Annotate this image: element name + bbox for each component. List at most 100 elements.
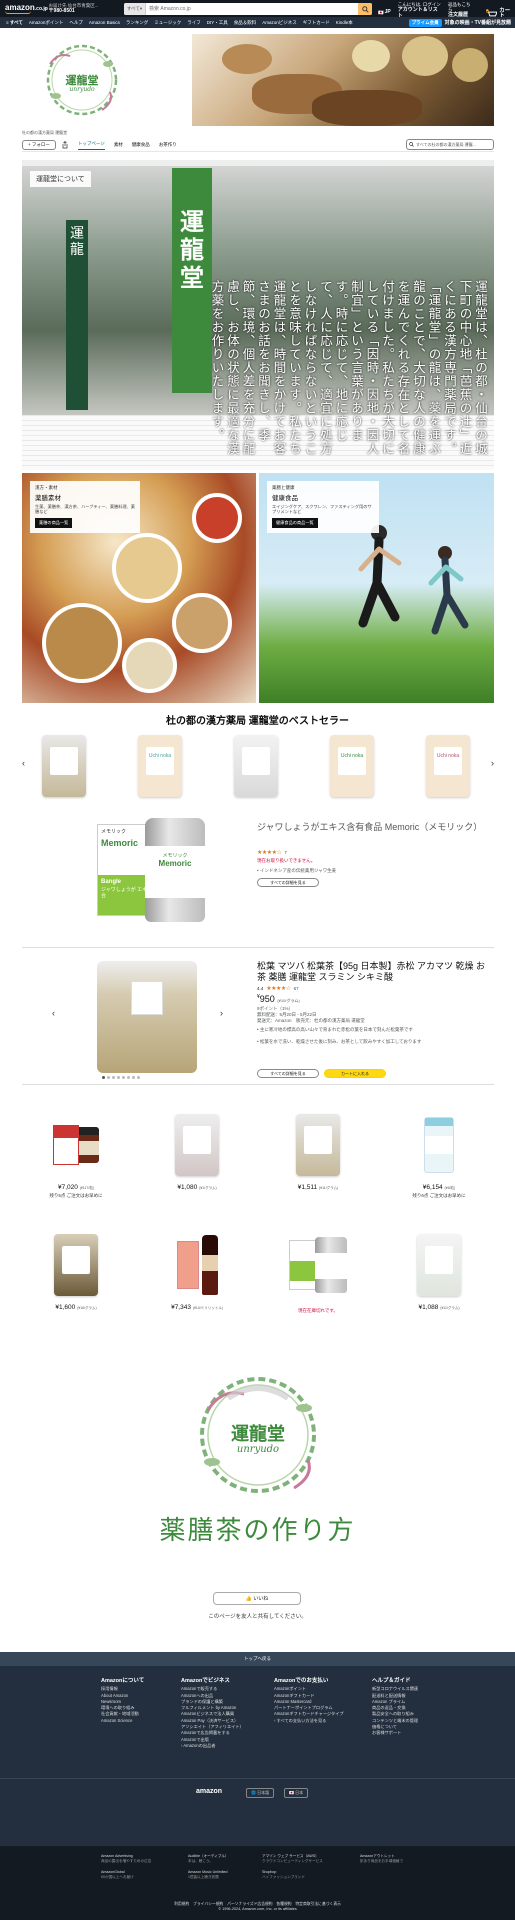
nav-item[interactable]: Amazonビジネス: [262, 20, 297, 26]
nav-item[interactable]: ギフトカード: [303, 20, 330, 26]
nav-item[interactable]: DIY・工具: [207, 20, 228, 26]
search-button[interactable]: [358, 3, 372, 15]
grid-product[interactable]: ¥1,511 (¥11/グラム): [264, 1108, 372, 1226]
product-image: [288, 1230, 348, 1300]
nav-item[interactable]: Kindle本: [336, 20, 353, 26]
footer-link[interactable]: › Amazonの出品者: [181, 1743, 261, 1749]
category-tile-herbal[interactable]: 漢方・素材 薬膳素材 生薬、薬膳茶、漢方茶、ハーブティー、薬膳料理、薬膳など 薬…: [22, 473, 256, 703]
carousel-next-icon[interactable]: ›: [491, 758, 494, 768]
store-logo[interactable]: 運龍堂 unryudo: [22, 34, 192, 126]
see-details-button[interactable]: すべての詳細を見る: [257, 878, 319, 887]
footer-link[interactable]: › すべての支払い方法を見る: [274, 1718, 354, 1724]
service-link[interactable]: Audible（オーディブル） 本は、聴こう。: [188, 1854, 258, 1863]
service-link[interactable]: アマゾン ウェブ サービス（AWS） クラウドコンピューティングサービス: [262, 1854, 332, 1863]
prime-promo[interactable]: プライム会員 対象の映画・TV番組が見放題: [408, 17, 515, 28]
search-category-select[interactable]: すべて ▾: [124, 3, 146, 15]
nav-item[interactable]: Amazonポイント: [29, 20, 64, 26]
product-price: ¥7,343 (¥10/ミリリットル): [171, 1304, 223, 1311]
pine-tea-product-image[interactable]: [97, 961, 197, 1073]
share-prompt[interactable]: このページを友人と共有してください。: [0, 1612, 515, 1620]
tab-top[interactable]: トップページ: [77, 139, 105, 150]
store-search-input[interactable]: すべての杜の都の漢方薬局 運龍...: [406, 139, 494, 150]
carousel-prev-icon[interactable]: ‹: [22, 758, 25, 768]
bestseller-item[interactable]: Uchi noka: [322, 730, 382, 802]
footer-link[interactable]: お客様サポート: [372, 1730, 452, 1736]
bestseller-item[interactable]: [226, 730, 286, 802]
category-tile-health[interactable]: 薬膳と健康 健康食品 エイジングケア、スクワレン、ファスティング用のサプリメント…: [259, 473, 494, 703]
footer-link[interactable]: Amazonギフトカードチャージタイプ: [274, 1711, 354, 1717]
tile-description: 生薬、薬膳茶、漢方茶、ハーブティー、薬膳料理、薬膳など: [35, 504, 135, 514]
amazon-logo[interactable]: amazon.co.jp: [0, 3, 48, 14]
deliver-line2: 〒980-8501: [48, 8, 75, 14]
copyright-text: © 1996-2024, Amazon.com, Inc. or its aff…: [218, 1907, 297, 1911]
product-price: ¥1,088 (¥11/グラム): [418, 1304, 460, 1311]
image-dots[interactable]: [102, 1076, 140, 1079]
bestseller-item[interactable]: Uchi noka: [130, 730, 190, 802]
flag-icon: 🇯🇵: [378, 9, 384, 15]
grid-product[interactable]: ¥1,600 (¥16/グラム): [22, 1228, 130, 1346]
nav-item[interactable]: ランキング: [126, 20, 148, 26]
product-price: ¥7,020 (¥117/粒): [57, 1184, 95, 1191]
bestseller-item[interactable]: Uchi noka: [418, 730, 478, 802]
grid-product[interactable]: ¥1,080 (¥1/グラム): [143, 1108, 251, 1226]
product-rating[interactable]: 4.4 ★★★★☆ 67: [257, 985, 299, 992]
product-bullet: • 松葉を水で洗い、乾燥させた後に刻み、お茶として飲みやすく加工しております: [257, 1039, 422, 1044]
service-link[interactable]: AmazonGlobal 65か国以上へお届け: [101, 1870, 171, 1879]
nav-item[interactable]: ミュージック: [154, 20, 181, 26]
tab-tea-making[interactable]: お茶作り: [159, 140, 177, 150]
herbal-list-button[interactable]: 薬膳の商品一覧: [35, 518, 73, 528]
stock-note: 残り6点 ご注文はお早めに: [412, 1193, 466, 1198]
search-input[interactable]: [146, 3, 358, 15]
grid-product[interactable]: ¥6,154 (¥6/粒) 残り6点 ご注文はお早めに: [385, 1108, 493, 1226]
service-link[interactable]: Amazon Music Unlimited 1億曲以上聴き放題: [188, 1870, 258, 1879]
storefront-side-sign: 運龍: [66, 220, 88, 410]
memoric-product-image[interactable]: メモリック Memoric Bangle ジャワしょうが エキス配合 メモリック…: [97, 818, 217, 922]
product-title[interactable]: 松葉 マツバ 松葉茶【95g 日本製】赤松 アカマツ 乾燥 お茶 薬膳 運龍堂 …: [257, 961, 487, 983]
nav-item[interactable]: Amazon Basics: [89, 20, 120, 25]
nav-item[interactable]: 食品＆飲料: [234, 20, 257, 26]
nav-item[interactable]: ヘルプ: [69, 20, 83, 26]
image-prev-icon[interactable]: ‹: [52, 1008, 55, 1018]
footer-link[interactable]: Amazon Science: [101, 1718, 181, 1724]
tile-card: 薬膳と健康 健康食品 エイジングケア、スクワレン、ファスティング用のサプリメント…: [267, 481, 379, 533]
bestsellers-carousel: ‹ Uchi noka Uchi noka Uchi noka ›: [22, 728, 494, 808]
product-bullet: • インドネシア産の伝統薬用ジャワ生姜: [257, 868, 337, 873]
nav-item[interactable]: ライフ: [187, 20, 201, 26]
back-to-top-button[interactable]: トップへ戻る: [0, 1652, 515, 1666]
footer-col-about: Amazonについて 採用情報 About Amazon Newsroom 環境…: [101, 1678, 181, 1724]
store-byline[interactable]: 杜の都の漢方薬局 運龍堂: [22, 130, 67, 136]
about-text: 運龍堂は、杜の都・仙台の城下町の中心地「芭蕉の辻」近くにある漢方専門薬局です。「…: [209, 280, 489, 456]
share-button[interactable]: [61, 140, 69, 150]
bestseller-item[interactable]: [34, 730, 94, 802]
image-next-icon[interactable]: ›: [220, 1008, 223, 1018]
service-link[interactable]: Shopbop ハイファッションブランド: [262, 1870, 332, 1879]
footer: Amazonについて 採用情報 About Amazon Newsroom 環境…: [0, 1666, 515, 1846]
grid-product[interactable]: ¥7,343 (¥10/ミリリットル): [143, 1228, 251, 1346]
tab-health-foods[interactable]: 健康食品: [132, 140, 150, 150]
tab-materials[interactable]: 素材: [114, 140, 123, 150]
service-link[interactable]: Amazon Advertising 商品の露出を増やすための広告: [101, 1854, 171, 1863]
see-details-button[interactable]: すべての詳細を見る: [257, 1069, 319, 1078]
service-link[interactable]: Amazonアウトレット 訳あり商品をお手頃価格で: [360, 1854, 430, 1863]
product-image: [46, 1110, 106, 1180]
footer-services: Amazon Advertising 商品の露出を増やすための広告 AmazonG…: [0, 1846, 515, 1920]
grid-product[interactable]: ¥7,020 (¥117/粒) 残り5点 ご注文はお早めに: [22, 1108, 130, 1226]
product-title[interactable]: ジャワしょうがエキス含有食品 Memoric（メモリック）: [257, 822, 487, 833]
footer-amazon-logo[interactable]: amazon: [196, 1788, 222, 1795]
like-button[interactable]: 👍 いいね: [213, 1592, 301, 1605]
search-bar: すべて ▾: [124, 3, 372, 15]
footer-country-select[interactable]: 🇯🇵 日本: [284, 1788, 309, 1798]
grid-product[interactable]: 現在在庫切れです。: [264, 1228, 372, 1346]
footer-col-business: Amazonでビジネス Amazonで販売する Amazonへの出品 ブランドの…: [181, 1678, 261, 1749]
deliver-to[interactable]: ⌖ お届け先 仙台市青葉区... 〒980-8501: [44, 3, 110, 14]
prime-badge: プライム会員: [408, 18, 442, 27]
nav-item[interactable]: ≡ すべて: [6, 20, 23, 26]
store-search-placeholder: すべての杜の都の漢方薬局 運龍...: [416, 141, 477, 147]
add-to-cart-button[interactable]: カートに入れる: [324, 1069, 386, 1078]
footer-language-select[interactable]: 🌐 日本語: [246, 1788, 275, 1798]
grid-product[interactable]: ¥1,088 (¥11/グラム): [385, 1228, 493, 1346]
product-rating[interactable]: ★★★★☆ 7: [257, 849, 287, 856]
hero-food-image: [192, 34, 494, 126]
follow-button[interactable]: + フォロー: [22, 139, 56, 150]
health-list-button[interactable]: 健康食品の商品一覧: [272, 518, 318, 528]
